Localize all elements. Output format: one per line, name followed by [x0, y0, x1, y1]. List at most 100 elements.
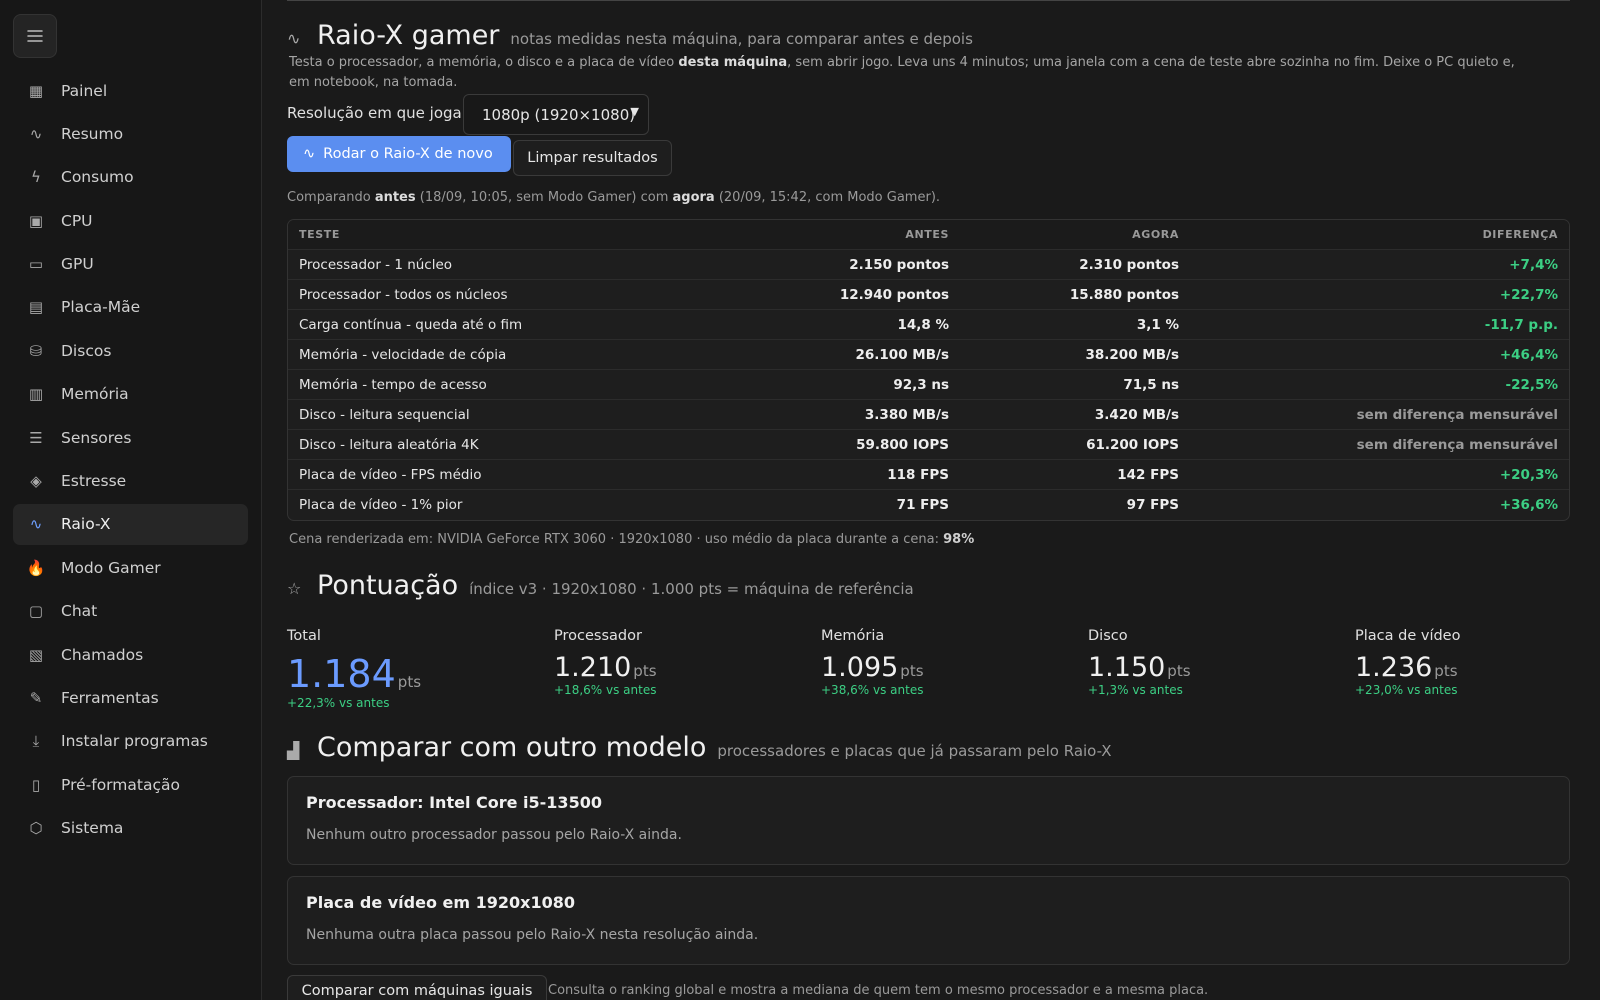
cpu-card-body: Nenhum outro processador passou pelo Rai… [306, 827, 682, 843]
star-icon: ☆ [287, 579, 302, 598]
cell-now: 97 FPS [1126, 497, 1179, 513]
score-value: 1.210 [554, 652, 632, 683]
score-card: Placa de vídeo 1.236 pts +23,0% vs antes [1355, 628, 1460, 697]
raiox-heading: ∿ Raio-X gamer notas medidas nesta máqui… [287, 20, 973, 51]
sidebar-item-memoria[interactable]: ▥ Memória [13, 374, 248, 415]
cell-diff: -22,5% [1505, 376, 1558, 393]
sidebar-item-label: CPU [61, 211, 93, 230]
dashboard-icon: ▦ [28, 81, 44, 100]
hamburger-icon [27, 30, 43, 42]
sidebar-item-discos[interactable]: ⛁ Discos [13, 330, 248, 371]
cell-before: 59.800 IOPS [856, 436, 949, 453]
cube-icon: ⬡ [29, 819, 43, 838]
cell-diff: -11,7 p.p. [1484, 316, 1558, 333]
score-label: Memória [821, 628, 885, 644]
sidebar-item-label: Chamados [61, 645, 144, 664]
results-table: TESTE ANTES AGORA DIFERENÇA Processador … [287, 219, 1570, 521]
cell-test: Memória - tempo de acesso [299, 376, 487, 393]
cell-test: Placa de vídeo - 1% pior [299, 497, 463, 513]
cpu-card-title: Processador: Intel Core i5-13500 [306, 793, 602, 812]
score-label: Disco [1088, 628, 1128, 644]
run-raiox-label: Rodar o Raio-X de novo [323, 146, 493, 162]
cell-now: 2.310 pontos [1079, 256, 1179, 273]
sidebar-item-label: Consumo [61, 168, 134, 187]
sidebar-item-painel[interactable]: ▦ Painel [13, 70, 248, 111]
sidebar-item-consumo[interactable]: ϟ Consumo [13, 157, 248, 198]
sliders-icon: ☰ [29, 428, 43, 447]
cell-now: 142 FPS [1117, 466, 1179, 483]
cell-diff: +20,3% [1499, 466, 1558, 483]
sidebar-item-label: Instalar programas [61, 732, 208, 751]
cell-test: Placa de vídeo - FPS médio [299, 466, 482, 483]
score-unit: pts [1434, 662, 1458, 680]
cell-before: 14,8 % [897, 316, 949, 333]
score-delta: +1,3% vs antes [1088, 683, 1183, 697]
compare-heading: ▟ Comparar com outro modelo processadore… [287, 732, 1112, 763]
compare-identical-button[interactable]: Comparar com máquinas iguais [287, 975, 547, 1000]
pulse-icon: ∿ [29, 124, 43, 143]
resolution-select[interactable]: 1080p (1920×1080) ▼ [463, 94, 649, 135]
cell-test: Memória - velocidade de cópia [299, 346, 507, 363]
sidebar-item-resumo[interactable]: ∿ Resumo [13, 113, 248, 154]
score-delta: +22,3% vs antes [287, 696, 390, 710]
sidebar-item-ferramentas[interactable]: ✎ Ferramentas [13, 677, 248, 718]
bar-chart-icon: ▟ [287, 741, 300, 760]
cell-now: 15.880 pontos [1069, 286, 1179, 303]
cell-now: 61.200 IOPS [1086, 436, 1179, 453]
run-raiox-button[interactable]: ∿ Rodar o Raio-X de novo [287, 136, 511, 172]
menu-toggle-button[interactable] [13, 14, 57, 58]
sidebar-item-cpu[interactable]: ▣ CPU [13, 200, 248, 241]
score-delta: +18,6% vs antes [554, 683, 657, 697]
sidebar-item-label: Resumo [61, 124, 124, 143]
score-unit: pts [900, 662, 924, 680]
cell-before: 12.940 pontos [839, 286, 949, 303]
gpu-compare-card: Placa de vídeo em 1920x1080 Nenhuma outr… [287, 876, 1570, 965]
sidebar-item-label: Estresse [61, 472, 127, 491]
sidebar-item-sensores[interactable]: ☰ Sensores [13, 417, 248, 458]
score-unit: pts [1167, 662, 1191, 680]
sidebar-item-sistema[interactable]: ⬡ Sistema [13, 808, 248, 849]
cell-diff: +46,4% [1499, 346, 1558, 363]
sidebar-item-label: Modo Gamer [61, 558, 161, 577]
bolt-icon: ϟ [31, 168, 41, 187]
table-row: Disco - leitura aleatória 4K 59.800 IOPS 6… [288, 430, 1569, 460]
sidebar: ▦ Painel ∿ Resumo ϟ Consumo ▣ CPU ▭ GPU ▤ Placa-Mãe… [0, 0, 262, 1000]
wrench-icon: ✎ [29, 688, 43, 707]
sidebar-item-pre-formatacao[interactable]: ▯ Pré-formatação [13, 764, 248, 805]
column-header-test: TESTE [299, 228, 340, 241]
sidebar-item-instalar-programas[interactable]: ⤓ Instalar programas [13, 721, 248, 762]
score-delta: +23,0% vs antes [1355, 683, 1458, 697]
cell-test: Processador - 1 núcleo [299, 256, 453, 273]
cell-test: Disco - leitura sequencial [299, 406, 470, 423]
chat-icon: ▢ [28, 602, 44, 621]
sidebar-item-raio-x[interactable]: ∿ Raio-X [13, 503, 248, 545]
sidebar-item-label: Ferramentas [61, 688, 159, 707]
scene-info: Cena renderizada em: NVIDIA GeForce RTX … [289, 532, 975, 547]
fire-emoji-icon: 🔥 [26, 558, 46, 577]
score-title: Pontuação [317, 570, 459, 601]
sidebar-item-chamados[interactable]: ▧ Chamados [13, 634, 248, 675]
pulse-icon: ∿ [287, 29, 301, 48]
sidebar-item-label: Placa-Mãe [61, 298, 141, 317]
sidebar-item-label: Chat [61, 602, 98, 621]
cell-now: 38.200 MB/s [1085, 346, 1180, 363]
sidebar-item-label: Painel [61, 81, 108, 100]
score-delta: +38,6% vs antes [821, 683, 924, 697]
sidebar-item-gpu[interactable]: ▭ GPU [13, 244, 248, 285]
score-value: 1.236 [1355, 652, 1433, 683]
sidebar-item-label: Memória [61, 385, 129, 404]
sidebar-item-chat[interactable]: ▢ Chat [13, 591, 248, 632]
cell-now: 71,5 ns [1123, 376, 1179, 393]
resolution-value: 1080p (1920×1080) [482, 105, 636, 124]
score-subtitle: índice v3 · 1920x1080 · 1.000 pts = máqu… [469, 580, 914, 598]
ticket-icon: ▧ [28, 645, 44, 664]
clear-results-button[interactable]: Limpar resultados [513, 140, 672, 176]
sidebar-item-label: Raio-X [61, 515, 111, 534]
resolution-label: Resolução em que joga [287, 104, 462, 122]
sidebar-item-placa-mae[interactable]: ▤ Placa-Mãe [13, 287, 248, 328]
chevron-down-icon: ▼ [630, 105, 639, 118]
column-header-before: ANTES [905, 228, 949, 241]
sidebar-item-modo-gamer[interactable]: 🔥 Modo Gamer [13, 547, 248, 588]
table-row: Placa de vídeo - 1% pior 71 FPS 97 FPS +36,… [288, 490, 1569, 520]
sidebar-item-estresse[interactable]: ◈ Estresse [13, 461, 248, 502]
